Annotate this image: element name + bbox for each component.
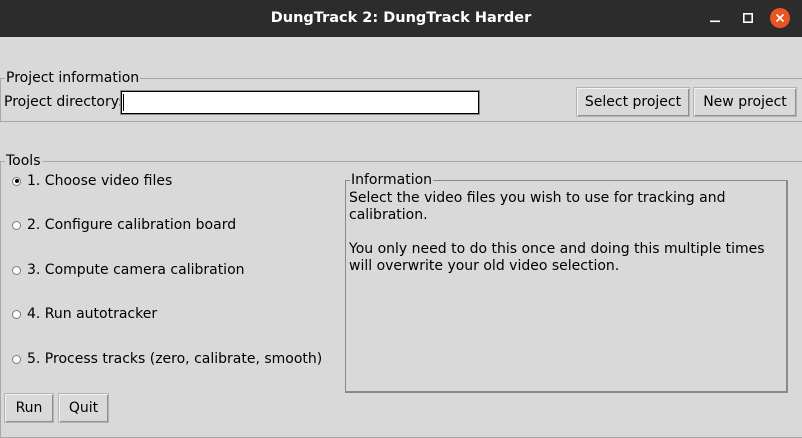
minimize-button[interactable]	[705, 8, 725, 28]
project-directory-label: Project directory:	[4, 94, 123, 110]
close-icon	[775, 13, 785, 23]
select-project-button[interactable]: Select project	[576, 87, 690, 117]
new-project-button[interactable]: New project	[693, 87, 797, 117]
window-title: DungTrack 2: DungTrack Harder	[270, 10, 532, 26]
tool-option-label: 1. Choose video files	[27, 173, 173, 189]
tool-option-label: 5. Process tracks (zero, calibrate, smoo…	[27, 351, 323, 367]
tool-option-compute-calibration[interactable]: 3. Compute camera calibration	[12, 260, 245, 280]
tool-option-label: 2. Configure calibration board	[27, 217, 237, 233]
close-button[interactable]	[770, 8, 790, 28]
tool-option-process-tracks[interactable]: 5. Process tracks (zero, calibrate, smoo…	[12, 349, 322, 369]
radio-button[interactable]	[12, 354, 21, 364]
project-directory-input[interactable]	[120, 90, 480, 115]
radio-button[interactable]	[12, 176, 21, 186]
quit-button[interactable]: Quit	[58, 393, 109, 423]
tool-option-choose-video[interactable]: 1. Choose video files	[12, 171, 172, 191]
information-paragraph: Select the video files you wish to use f…	[349, 190, 726, 223]
tool-option-run-autotracker[interactable]: 4. Run autotracker	[12, 304, 157, 324]
tool-option-label: 4. Run autotracker	[27, 306, 158, 322]
maximize-button[interactable]	[738, 8, 758, 28]
radio-button[interactable]	[12, 265, 21, 275]
information-legend: Information	[351, 172, 433, 188]
tool-option-label: 3. Compute camera calibration	[27, 262, 245, 278]
radio-button[interactable]	[12, 309, 21, 319]
title-bar[interactable]: DungTrack 2: DungTrack Harder	[0, 0, 802, 37]
maximize-icon	[743, 13, 753, 23]
information-paragraph: You only need to do this once and doing …	[349, 241, 765, 274]
project-information-legend: Project information	[6, 70, 140, 86]
radio-button[interactable]	[12, 220, 21, 230]
text-cursor	[123, 94, 124, 111]
tool-option-configure-board[interactable]: 2. Configure calibration board	[12, 215, 236, 235]
information-text: Select the video files you wish to use f…	[349, 190, 779, 275]
minimize-icon	[710, 20, 720, 23]
tools-legend: Tools	[6, 153, 41, 169]
run-button[interactable]: Run	[4, 393, 54, 423]
